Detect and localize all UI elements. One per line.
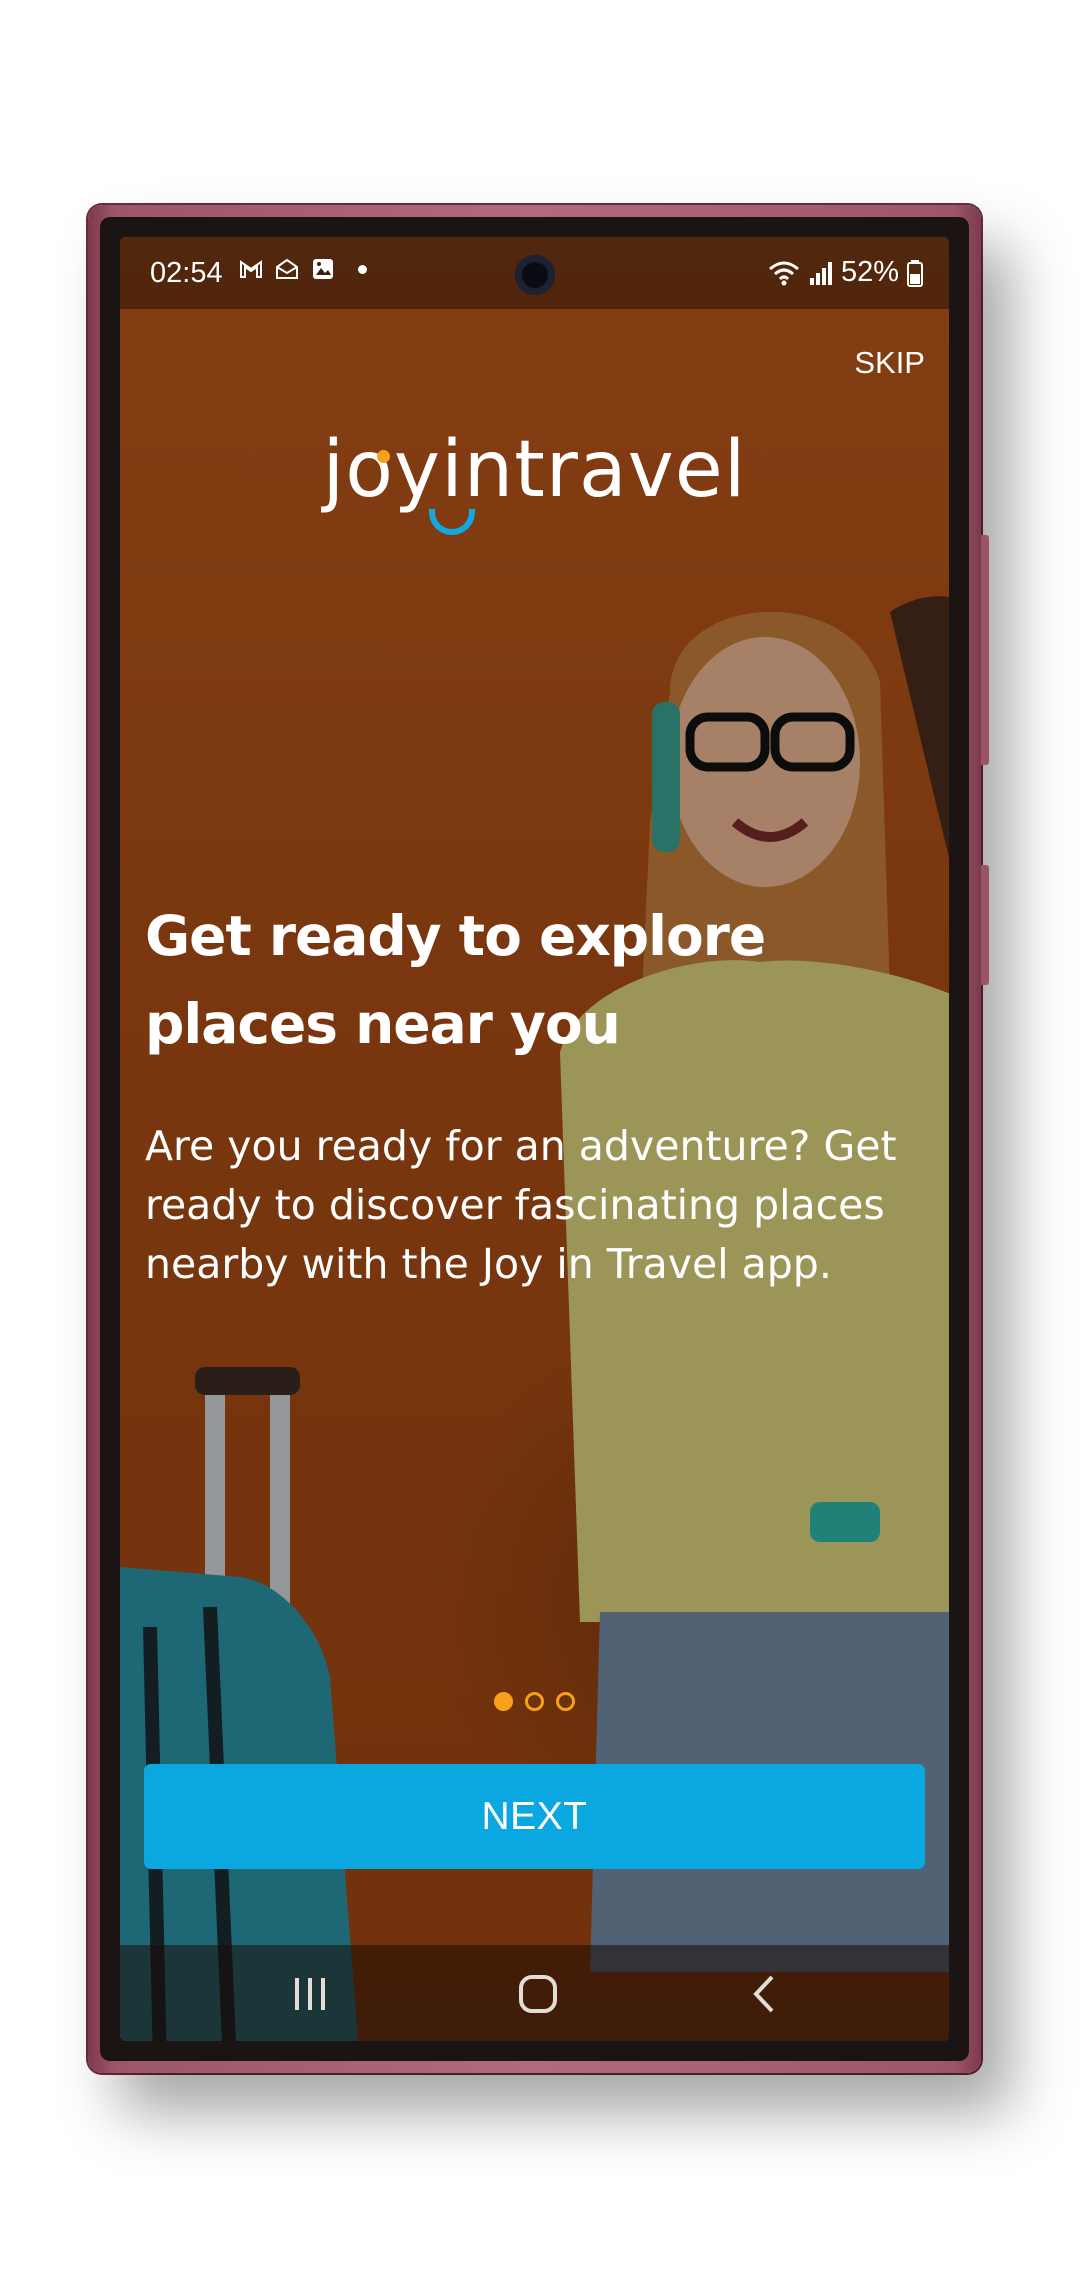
onboarding-title: Get ready to explore places near you [145, 892, 949, 1068]
logo-text: joyintravel [322, 425, 747, 515]
battery-percent: 52% [840, 256, 899, 288]
power-button [981, 865, 989, 985]
status-time: 02:54 [150, 257, 223, 289]
app-screen: 02:54 52% SKIP joyintravel Get ready to … [120, 237, 949, 2041]
wifi-icon [768, 261, 799, 285]
recent-apps-icon[interactable] [275, 1959, 345, 2029]
front-camera [514, 255, 555, 295]
back-icon[interactable] [730, 1959, 800, 2029]
next-button[interactable]: NEXT [144, 1764, 925, 1869]
app-logo: joyintravel [120, 425, 949, 515]
phone-frame: 02:54 52% SKIP joyintravel Get ready to … [88, 205, 989, 2073]
mail-open-icon [276, 258, 298, 279]
skip-button[interactable]: SKIP [854, 345, 925, 381]
page-dot-1[interactable] [494, 1692, 513, 1711]
page-dot-3[interactable] [556, 1692, 575, 1711]
gmail-icon [240, 260, 262, 278]
battery-icon [907, 259, 923, 287]
home-icon[interactable] [503, 1959, 573, 2029]
notification-dot [358, 264, 367, 274]
title-line-2: places near you [145, 992, 621, 1056]
status-bar: 02:54 52% [120, 237, 949, 309]
system-nav-bar [120, 1945, 949, 2041]
onboarding-description: Are you ready for an adventure? Get read… [145, 1122, 897, 1288]
logo-dot-icon [377, 450, 390, 463]
gallery-icon [313, 259, 333, 279]
title-line-1: Get ready to explore [145, 904, 766, 968]
volume-button [981, 535, 989, 765]
page-indicator [120, 1692, 949, 1711]
phone-bezel: 02:54 52% SKIP joyintravel Get ready to … [100, 217, 969, 2061]
page-dot-2[interactable] [525, 1692, 544, 1711]
signal-icon [809, 261, 832, 285]
